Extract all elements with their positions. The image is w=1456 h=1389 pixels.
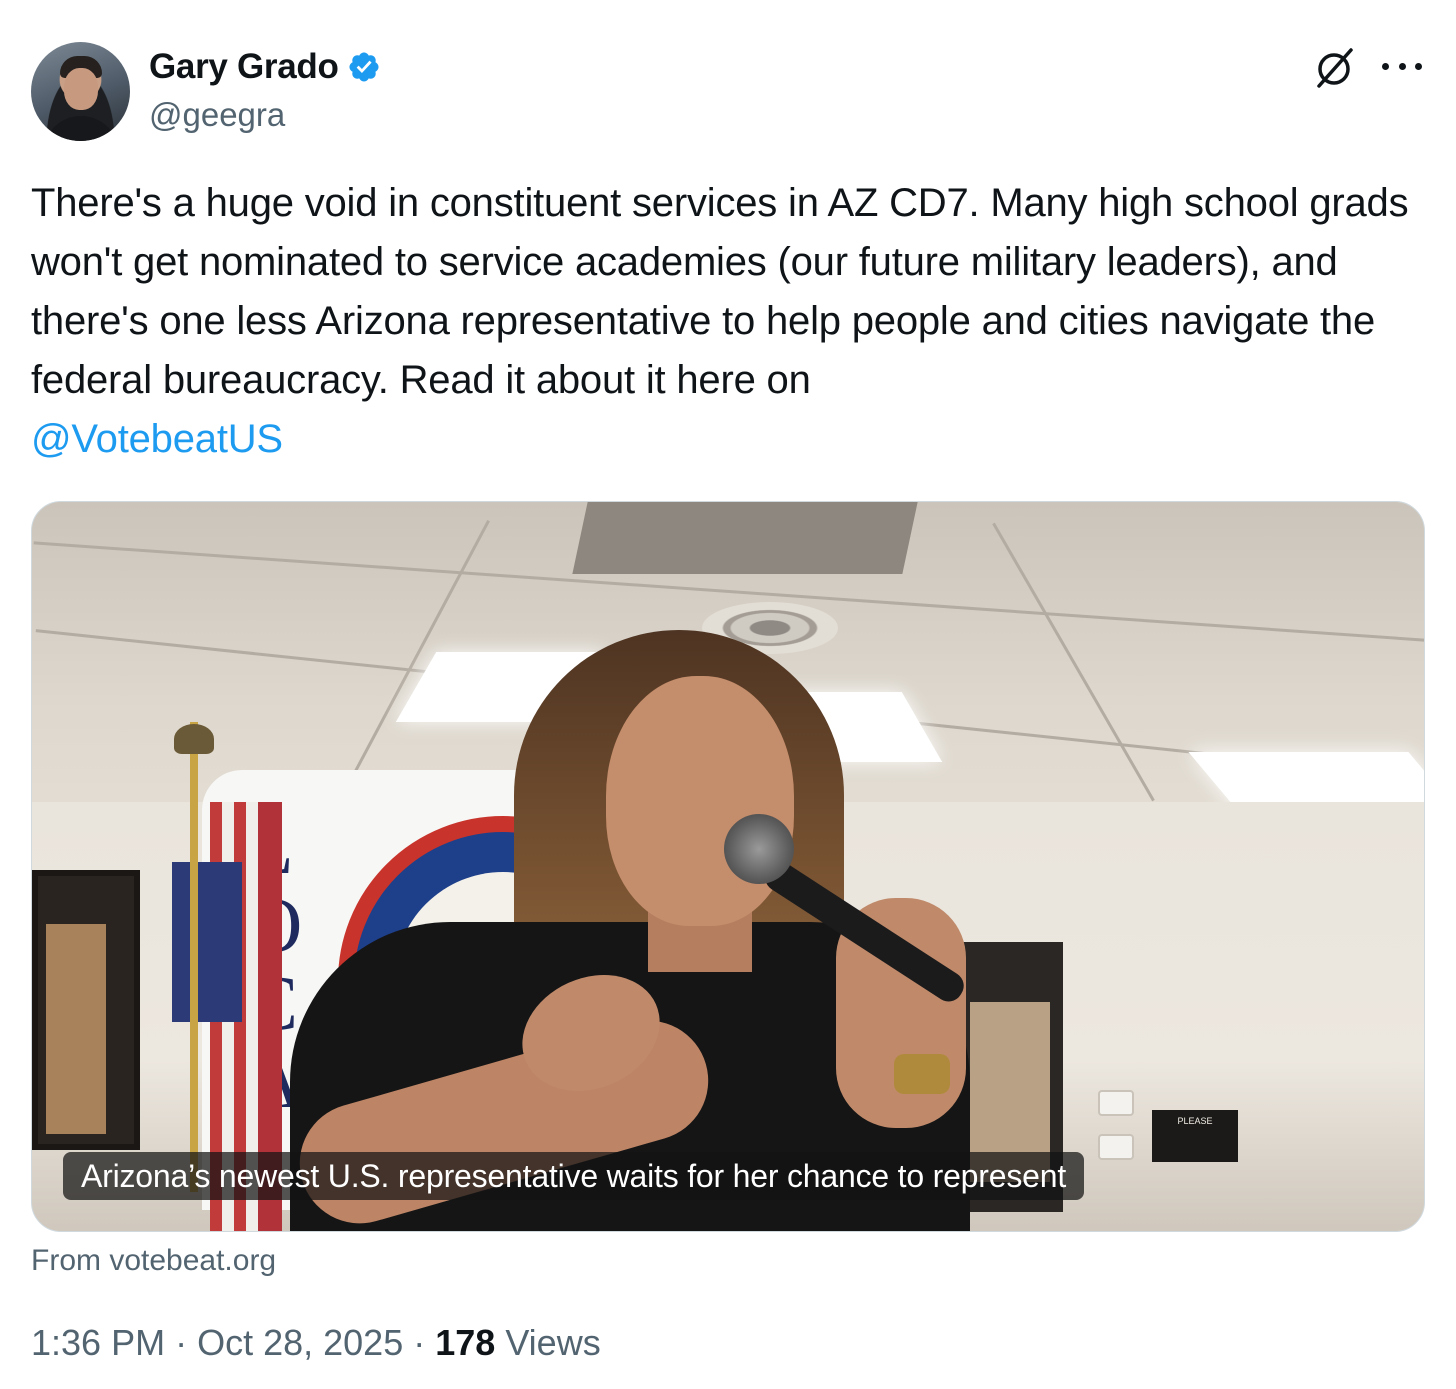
views-label: Views [505,1322,601,1363]
more-dot [1382,62,1389,70]
author-display-name[interactable]: Gary Grado [149,47,339,87]
grok-icon[interactable] [1311,46,1357,92]
more-options-icon[interactable] [1382,54,1422,78]
speaker-bracelet [894,1054,950,1094]
more-dot [1415,62,1422,70]
mention-link[interactable]: @VotebeatUS [31,417,283,461]
tweet-time[interactable]: 1:36 PM [31,1322,165,1364]
verified-badge-icon [349,52,379,82]
meta-separator: · [175,1322,188,1363]
thermostat [1098,1134,1134,1160]
author-name-row: Gary Grado [149,44,381,90]
flag-eagle [174,724,214,754]
flag-pole [190,722,198,1192]
avatar-face [64,68,98,110]
ceiling-dark-tile [572,502,918,574]
meta-separator: · [413,1322,426,1363]
views-count: 178 [435,1322,496,1363]
card-caption: Arizona’s newest U.S. representative wai… [81,1157,1067,1194]
card-source[interactable]: From votebeat.org [31,1244,276,1278]
microphone-head [724,814,794,884]
tweet-date[interactable]: Oct 28, 2025 [197,1322,403,1364]
framed-picture [32,870,140,1150]
wall-sign: PLEASE [1152,1110,1238,1162]
author-handle[interactable]: @geegra [149,96,285,134]
link-card[interactable]: L O C A PLEASE Arizona’s newes [31,501,1425,1232]
us-flag-union [172,862,242,1022]
tweet-body: There's a huge void in constituent servi… [31,181,1409,402]
tweet-text: There's a huge void in constituent servi… [31,174,1431,469]
avatar-shirt [43,116,119,141]
more-dot [1398,62,1406,70]
card-caption-bar: Arizona’s newest U.S. representative wai… [63,1152,1085,1200]
author-avatar[interactable] [31,42,130,141]
thermostat [1098,1090,1134,1116]
speaker-face [606,676,794,926]
tweet: Gary Grado @geegra There's a huge void i… [0,0,1456,1389]
tweet-meta: 1:36 PM · Oct 28, 2025 · 178 Views [31,1322,601,1364]
card-photo: L O C A PLEASE [32,502,1424,1231]
